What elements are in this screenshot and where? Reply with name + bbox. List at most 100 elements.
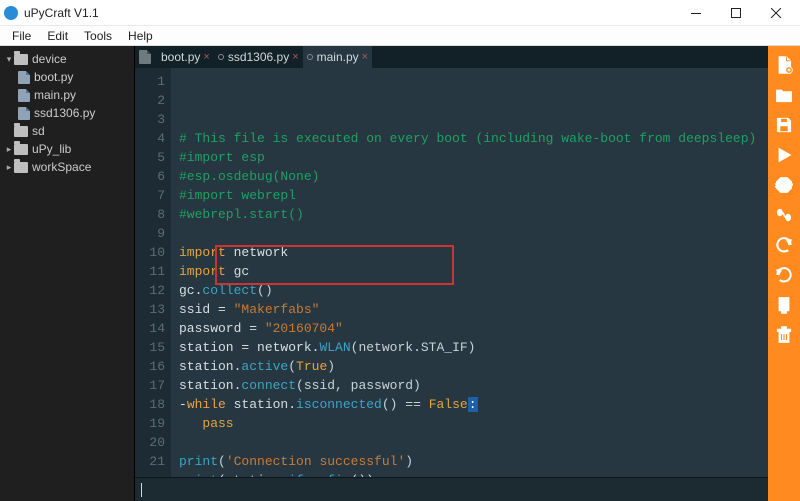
tab-ssd1306[interactable]: ssd1306.py × bbox=[214, 46, 303, 68]
code-line[interactable]: station.active(True) bbox=[179, 357, 768, 376]
line-number: 6 bbox=[135, 167, 165, 186]
code-line[interactable]: station = network.WLAN(network.STA_IF) bbox=[179, 338, 768, 357]
minimize-button[interactable] bbox=[676, 0, 716, 26]
code-editor[interactable]: 123456789101112131415161718192021 # This… bbox=[135, 68, 768, 477]
file-tree[interactable]: ▾ device boot.py main.py ssd1306.py sd ▸… bbox=[0, 46, 135, 501]
code-line[interactable]: print('Connection successful') bbox=[179, 452, 768, 471]
file-icon bbox=[18, 71, 30, 84]
line-number: 13 bbox=[135, 300, 165, 319]
line-number: 2 bbox=[135, 91, 165, 110]
window-controls bbox=[676, 0, 796, 26]
line-number: 15 bbox=[135, 338, 165, 357]
line-number: 17 bbox=[135, 376, 165, 395]
tab-label: main.py bbox=[317, 50, 359, 64]
tree-label: main.py bbox=[34, 88, 76, 102]
line-number: 12 bbox=[135, 281, 165, 300]
stop-button[interactable]: STOP bbox=[768, 170, 800, 200]
menu-edit[interactable]: Edit bbox=[41, 29, 74, 43]
code-line[interactable]: #import webrepl bbox=[179, 186, 768, 205]
code-line[interactable]: import network bbox=[179, 243, 768, 262]
tree-folder-upylib[interactable]: ▸ uPy_lib bbox=[0, 140, 134, 158]
line-gutter: 123456789101112131415161718192021 bbox=[135, 68, 171, 477]
line-number: 19 bbox=[135, 414, 165, 433]
caret-down-icon[interactable]: ▾ bbox=[4, 54, 14, 65]
run-button[interactable] bbox=[768, 140, 800, 170]
folder-icon bbox=[14, 144, 28, 155]
menu-file[interactable]: File bbox=[6, 29, 37, 43]
tab-main[interactable]: main.py × bbox=[303, 46, 372, 68]
editor-column: boot.py × ssd1306.py × main.py × 1234567… bbox=[135, 46, 768, 501]
tree-folder-device[interactable]: ▾ device bbox=[0, 50, 134, 68]
line-number: 16 bbox=[135, 357, 165, 376]
tree-label: sd bbox=[32, 124, 45, 138]
caret-right-icon[interactable]: ▸ bbox=[4, 162, 14, 173]
tree-label: device bbox=[32, 52, 67, 66]
file-icon bbox=[18, 107, 30, 120]
menubar: File Edit Tools Help bbox=[0, 26, 800, 46]
svg-text:STOP: STOP bbox=[775, 183, 794, 190]
line-number: 14 bbox=[135, 319, 165, 338]
folder-icon bbox=[14, 54, 28, 65]
clear-button[interactable] bbox=[768, 320, 800, 350]
folder-icon bbox=[14, 126, 28, 137]
menu-help[interactable]: Help bbox=[122, 29, 159, 43]
tree-file-main[interactable]: main.py bbox=[0, 86, 134, 104]
file-icon bbox=[18, 89, 30, 102]
modified-dot-icon bbox=[218, 54, 224, 60]
main-area: ▾ device boot.py main.py ssd1306.py sd ▸… bbox=[0, 46, 800, 501]
tab-strip: boot.py × ssd1306.py × main.py × bbox=[135, 46, 768, 68]
window-title: uPyCraft V1.1 bbox=[24, 6, 99, 20]
menu-tools[interactable]: Tools bbox=[78, 29, 118, 43]
tree-file-ssd1306[interactable]: ssd1306.py bbox=[0, 104, 134, 122]
line-number: 7 bbox=[135, 186, 165, 205]
maximize-button[interactable] bbox=[716, 0, 756, 26]
line-number: 18 bbox=[135, 395, 165, 414]
close-button[interactable] bbox=[756, 0, 796, 26]
code-line[interactable] bbox=[179, 433, 768, 452]
line-number: 3 bbox=[135, 110, 165, 129]
line-number: 8 bbox=[135, 205, 165, 224]
line-number: 1 bbox=[135, 72, 165, 91]
tree-label: ssd1306.py bbox=[34, 106, 95, 120]
tab-boot[interactable]: boot.py × bbox=[157, 46, 214, 68]
tree-label: boot.py bbox=[34, 70, 73, 84]
titlebar: uPyCraft V1.1 bbox=[0, 0, 800, 26]
new-file-button[interactable] bbox=[768, 50, 800, 80]
code-line[interactable]: password = "20160704" bbox=[179, 319, 768, 338]
close-icon[interactable]: × bbox=[203, 51, 209, 63]
save-button[interactable] bbox=[768, 110, 800, 140]
open-file-button[interactable] bbox=[768, 80, 800, 110]
folder-icon bbox=[14, 162, 28, 173]
code-line[interactable]: #import esp bbox=[179, 148, 768, 167]
tree-file-boot[interactable]: boot.py bbox=[0, 68, 134, 86]
code-line[interactable]: # This file is executed on every boot (i… bbox=[179, 129, 768, 148]
right-toolbar: STOP bbox=[768, 46, 800, 501]
caret-right-icon[interactable]: ▸ bbox=[4, 144, 14, 155]
tab-label: ssd1306.py bbox=[228, 50, 289, 64]
reflash-button[interactable] bbox=[768, 290, 800, 320]
close-icon[interactable]: × bbox=[362, 51, 368, 63]
code-line[interactable]: -while station.isconnected() == False: bbox=[179, 395, 768, 414]
tab-label: boot.py bbox=[161, 50, 200, 64]
tree-label: uPy_lib bbox=[32, 142, 71, 156]
line-number: 11 bbox=[135, 262, 165, 281]
code-line[interactable]: import gc bbox=[179, 262, 768, 281]
connect-button[interactable] bbox=[768, 200, 800, 230]
tree-folder-workspace[interactable]: ▸ workSpace bbox=[0, 158, 134, 176]
code-line[interactable]: #webrepl.start() bbox=[179, 205, 768, 224]
modified-dot-icon bbox=[307, 54, 313, 60]
code-line[interactable]: ssid = "Makerfabs" bbox=[179, 300, 768, 319]
redo-button[interactable] bbox=[768, 260, 800, 290]
repl-console[interactable] bbox=[135, 477, 768, 501]
code-content[interactable]: # This file is executed on every boot (i… bbox=[171, 68, 768, 477]
new-tab-icon[interactable] bbox=[139, 50, 151, 64]
code-line[interactable] bbox=[179, 224, 768, 243]
close-icon[interactable]: × bbox=[292, 51, 298, 63]
app-logo-icon bbox=[4, 6, 18, 20]
code-line[interactable]: #esp.osdebug(None) bbox=[179, 167, 768, 186]
code-line[interactable]: gc.collect() bbox=[179, 281, 768, 300]
code-line[interactable]: station.connect(ssid, password) bbox=[179, 376, 768, 395]
tree-folder-sd[interactable]: sd bbox=[0, 122, 134, 140]
code-line[interactable]: pass bbox=[179, 414, 768, 433]
undo-button[interactable] bbox=[768, 230, 800, 260]
